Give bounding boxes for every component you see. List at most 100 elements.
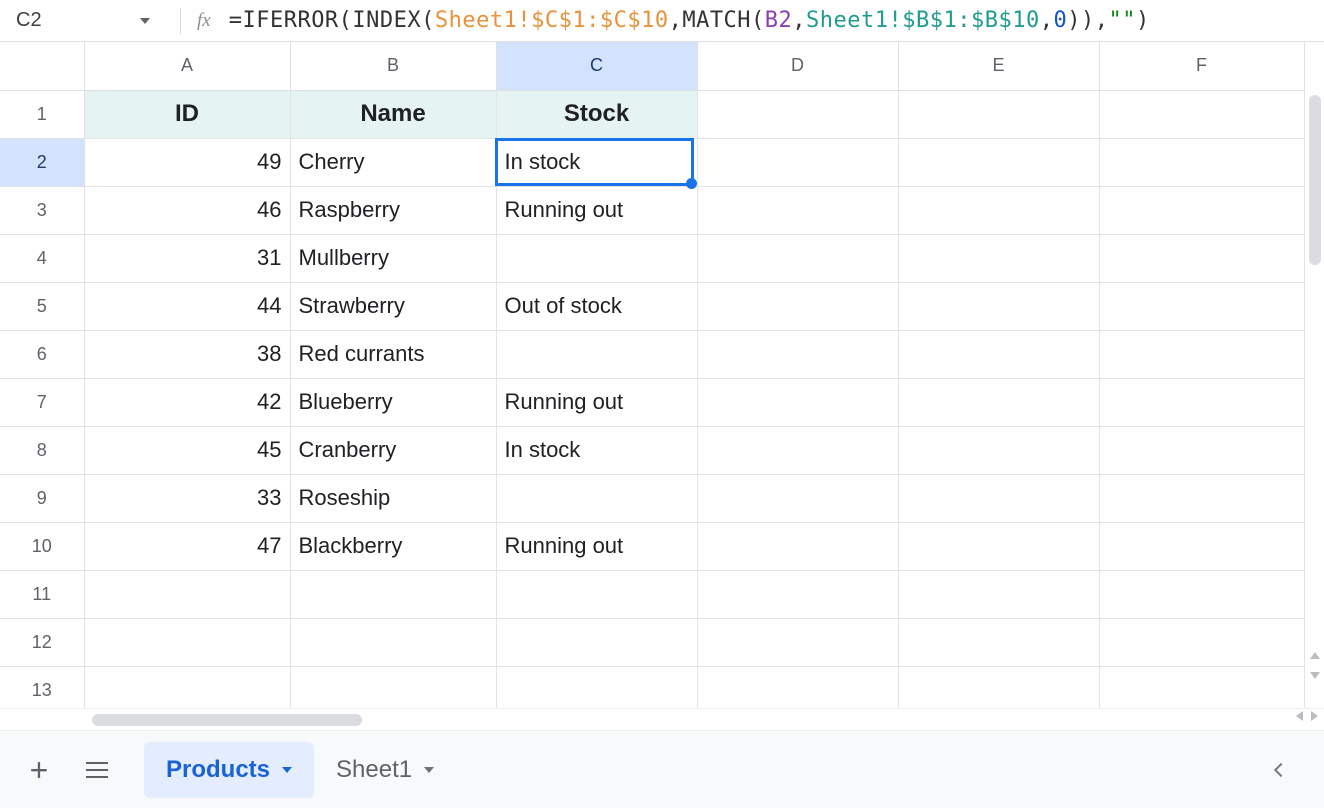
row-header[interactable]: 1 (0, 90, 84, 138)
row-header[interactable]: 9 (0, 474, 84, 522)
row-header[interactable]: 6 (0, 330, 84, 378)
row-header[interactable]: 12 (0, 618, 84, 666)
col-header-c[interactable]: C (496, 42, 697, 90)
cell[interactable] (898, 138, 1099, 186)
cell[interactable] (1099, 234, 1304, 282)
cell[interactable] (496, 474, 697, 522)
cell[interactable] (898, 330, 1099, 378)
cell[interactable] (1099, 426, 1304, 474)
cell[interactable] (1099, 666, 1304, 708)
vertical-scroll-thumb[interactable] (1309, 95, 1321, 265)
row-header[interactable]: 13 (0, 666, 84, 708)
col-header-e[interactable]: E (898, 42, 1099, 90)
cell[interactable] (290, 666, 496, 708)
tab-scroll-left-icon[interactable] (1276, 765, 1286, 775)
cell[interactable] (1099, 522, 1304, 570)
horizontal-scrollbar[interactable] (0, 708, 1324, 730)
cell[interactable]: Red currants (290, 330, 496, 378)
cell[interactable] (697, 666, 898, 708)
cell[interactable] (84, 570, 290, 618)
cell[interactable] (496, 330, 697, 378)
cell[interactable] (290, 618, 496, 666)
cell[interactable] (1099, 570, 1304, 618)
cell[interactable] (898, 666, 1099, 708)
cell[interactable] (697, 426, 898, 474)
cell[interactable]: 47 (84, 522, 290, 570)
cell-d1[interactable] (697, 90, 898, 138)
row-header[interactable]: 10 (0, 522, 84, 570)
cell-e1[interactable] (898, 90, 1099, 138)
cell[interactable]: Cherry (290, 138, 496, 186)
cell[interactable] (697, 618, 898, 666)
row-header[interactable]: 8 (0, 426, 84, 474)
cell[interactable] (496, 234, 697, 282)
cell[interactable]: 46 (84, 186, 290, 234)
cell-f1[interactable] (1099, 90, 1304, 138)
cell[interactable] (1099, 618, 1304, 666)
cell[interactable] (290, 570, 496, 618)
name-box-dropdown-icon[interactable] (140, 18, 150, 24)
all-sheets-button[interactable] (68, 746, 126, 794)
fx-icon[interactable]: fx (197, 10, 211, 32)
cell[interactable]: 38 (84, 330, 290, 378)
cell[interactable] (898, 186, 1099, 234)
tab-dropdown-icon[interactable] (424, 767, 434, 773)
cell[interactable]: 33 (84, 474, 290, 522)
cell[interactable]: Roseship (290, 474, 496, 522)
cell[interactable]: In stock (496, 426, 697, 474)
formula-input[interactable]: =IFERROR(INDEX(Sheet1!$C$1:$C$10,MATCH(B… (229, 8, 1150, 33)
cell[interactable]: Blueberry (290, 378, 496, 426)
spreadsheet-grid[interactable]: A B C D E F 1 ID Name Stock 2 49 Cherry (0, 42, 1324, 708)
scroll-right-icon[interactable] (1311, 711, 1318, 721)
horizontal-scroll-thumb[interactable] (92, 714, 362, 726)
cell[interactable] (898, 618, 1099, 666)
cell[interactable] (898, 426, 1099, 474)
cell[interactable] (84, 618, 290, 666)
cell[interactable] (697, 378, 898, 426)
row-header[interactable]: 11 (0, 570, 84, 618)
row-header[interactable]: 5 (0, 282, 84, 330)
cell[interactable]: Blackberry (290, 522, 496, 570)
vertical-scrollbar[interactable] (1306, 92, 1324, 704)
cell[interactable]: 49 (84, 138, 290, 186)
tab-products[interactable]: Products (144, 742, 314, 798)
scroll-up-icon[interactable] (1308, 646, 1322, 664)
cell[interactable] (697, 522, 898, 570)
cell[interactable] (1099, 378, 1304, 426)
cell[interactable] (496, 666, 697, 708)
cell[interactable] (697, 138, 898, 186)
cell[interactable] (697, 330, 898, 378)
cell[interactable]: Out of stock (496, 282, 697, 330)
cell[interactable] (1099, 282, 1304, 330)
row-header[interactable]: 4 (0, 234, 84, 282)
cell-c1[interactable]: Stock (496, 90, 697, 138)
cell[interactable] (697, 570, 898, 618)
cell[interactable] (496, 570, 697, 618)
cell[interactable]: 31 (84, 234, 290, 282)
cell[interactable] (697, 186, 898, 234)
cell[interactable]: 42 (84, 378, 290, 426)
cell[interactable] (898, 282, 1099, 330)
scroll-left-icon[interactable] (1296, 711, 1303, 721)
cell[interactable]: 44 (84, 282, 290, 330)
cell[interactable] (898, 522, 1099, 570)
cell[interactable] (1099, 474, 1304, 522)
col-header-b[interactable]: B (290, 42, 496, 90)
cell[interactable] (496, 618, 697, 666)
scroll-down-icon[interactable] (1308, 666, 1322, 684)
cell[interactable]: Running out (496, 522, 697, 570)
cell-a1[interactable]: ID (84, 90, 290, 138)
cell[interactable]: Strawberry (290, 282, 496, 330)
row-header[interactable]: 3 (0, 186, 84, 234)
row-header[interactable]: 7 (0, 378, 84, 426)
cell[interactable] (84, 666, 290, 708)
cell-b1[interactable]: Name (290, 90, 496, 138)
cell[interactable]: Running out (496, 378, 697, 426)
cell[interactable] (1099, 138, 1304, 186)
add-sheet-button[interactable]: + (10, 746, 68, 794)
cell[interactable]: Raspberry (290, 186, 496, 234)
name-box[interactable]: C2 (10, 9, 160, 32)
cell[interactable] (697, 282, 898, 330)
cell[interactable] (1099, 186, 1304, 234)
row-header[interactable]: 2 (0, 138, 84, 186)
